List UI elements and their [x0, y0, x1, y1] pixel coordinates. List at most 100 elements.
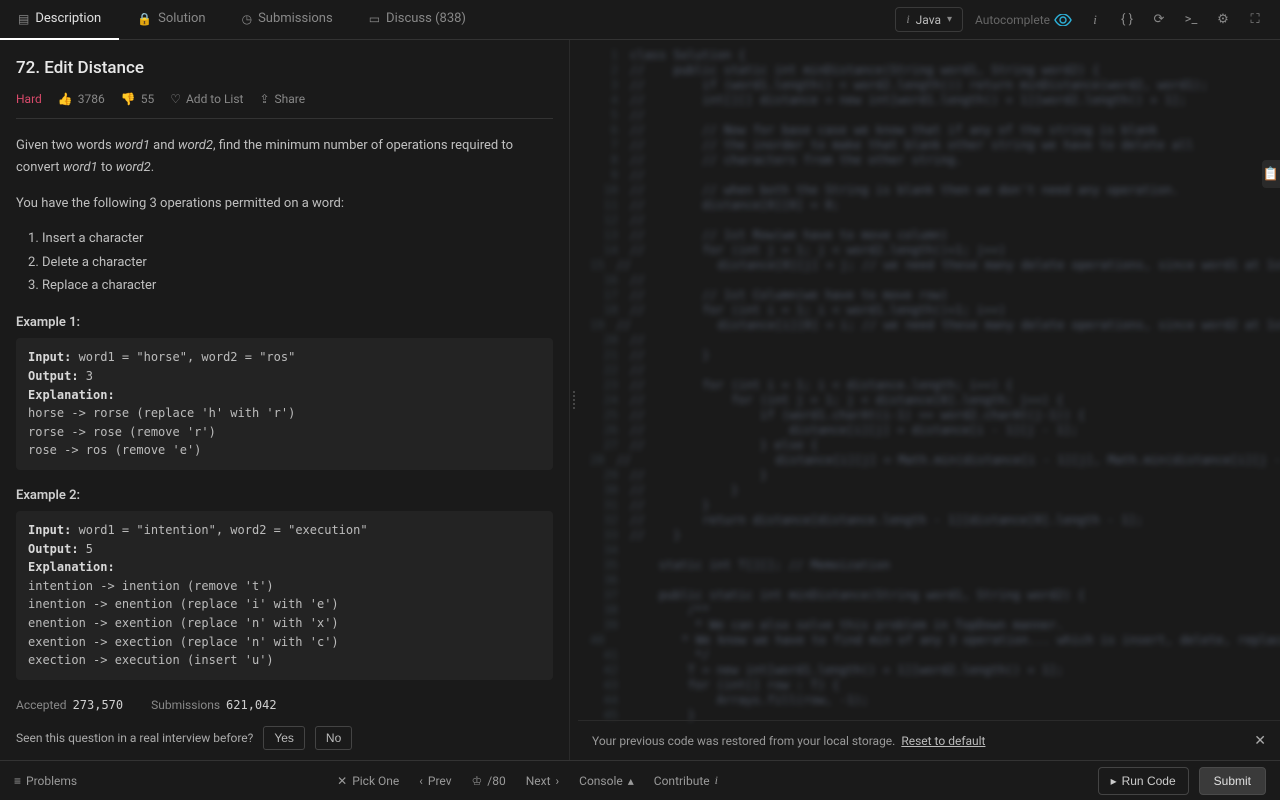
no-button[interactable]: No [315, 726, 352, 750]
example-1-label: Example 1: [16, 315, 553, 330]
op-item: Insert a character [42, 227, 553, 250]
editor-line: 30// } [590, 483, 1280, 498]
editor-line: 8// // characters from the other string. [590, 153, 1280, 168]
bottombar-left: ≡ Problems [14, 774, 77, 788]
difficulty-badge: Hard [16, 92, 42, 106]
add-to-list-label: Add to List [186, 92, 243, 106]
editor-line: 19// distance[i][0] = i; // we need thes… [590, 318, 1280, 333]
editor-line: 29// } [590, 468, 1280, 483]
tab-discuss[interactable]: ▭ Discuss (838) [351, 0, 484, 40]
tab-submissions[interactable]: ◷ Submissions [224, 0, 351, 40]
description-icon: ▤ [18, 12, 29, 26]
editor-line: 5// [590, 108, 1280, 123]
editor-line: 17// // 1st Column(we have to move row) [590, 288, 1280, 303]
reset-link[interactable]: Reset to default [901, 734, 985, 748]
clipboard-tab-icon[interactable]: 📋 [1262, 160, 1280, 188]
editor-line: 44 Arrays.fill(row, -1); [590, 693, 1280, 708]
problem-intro: Given two words word1 and word2, find th… [16, 135, 553, 179]
editor-line: 35 static int T[][]; // Memoization [590, 558, 1280, 573]
language-selector[interactable]: i Java ▾ [895, 7, 963, 32]
editor-line: 24// for (int j = 1; j < distance[0].len… [590, 393, 1280, 408]
add-to-list-button[interactable]: ♡ Add to List [170, 92, 243, 106]
divider [16, 118, 553, 119]
editor-line: 36 [590, 573, 1280, 588]
editor-line: 4// int[][] distance = new int[word1.len… [590, 93, 1280, 108]
accepted-stat: Accepted273,570 [16, 698, 123, 712]
submit-button[interactable]: Submit [1199, 767, 1266, 795]
likes-count: 3786 [78, 92, 105, 106]
language-label: Java [916, 13, 941, 27]
editor-line: 20// [590, 333, 1280, 348]
editor-line: 10// // when both the String is blank th… [590, 183, 1280, 198]
editor-line: 43 for (int[] row : T) { [590, 678, 1280, 693]
pick-one-button[interactable]: ✕ Pick One [337, 774, 399, 788]
list-icon: ≡ [14, 774, 21, 788]
editor-line: 41 */ [590, 648, 1280, 663]
terminal-icon[interactable]: >_ [1178, 7, 1204, 33]
contribute-button[interactable]: Contribute i [654, 773, 718, 788]
problem-meta: Hard 👍 3786 👎 55 ♡ Add to List ⇪ Share [16, 92, 553, 106]
braces-icon[interactable]: { } [1114, 7, 1140, 33]
close-icon[interactable]: ✕ [1254, 733, 1266, 749]
progress-indicator: ♔ /80 [472, 774, 506, 788]
lock-icon: 🔒 [137, 12, 152, 26]
editor-line: 37 public static int minDistance(String … [590, 588, 1280, 603]
editor-line: 28// distance[i][j] = Math.min(distance[… [590, 453, 1280, 468]
tab-description[interactable]: ▤ Description [0, 0, 119, 40]
bottombar-console-group: Console ▴ Contribute i [579, 773, 718, 788]
bottombar-center: ✕ Pick One ‹ Prev ♔ /80 Next › [337, 774, 559, 788]
restore-text: Your previous code was restored from you… [592, 734, 895, 748]
interview-question-row: Seen this question in a real interview b… [16, 726, 553, 750]
example-1-block: Input: word1 = "horse", word2 = "ros" Ou… [16, 338, 553, 470]
problems-button[interactable]: ≡ Problems [14, 774, 77, 788]
info-icon: i [715, 773, 718, 788]
settings-icon[interactable]: ⚙ [1210, 7, 1236, 33]
dislikes-count: 55 [141, 92, 155, 106]
eye-icon[interactable] [1050, 7, 1076, 33]
play-icon: ▸ [1111, 774, 1117, 788]
yes-button[interactable]: Yes [263, 726, 305, 750]
chat-icon: ▭ [369, 12, 380, 26]
editor-line: 38 /** [590, 603, 1280, 618]
console-button[interactable]: Console ▴ [579, 774, 634, 788]
next-button[interactable]: Next › [526, 774, 559, 788]
editor-line: 23// for (int i = 1; i < distance.length… [590, 378, 1280, 393]
op-item: Replace a character [42, 274, 553, 297]
editor-line: 2// public static int minDistance(String… [590, 63, 1280, 78]
description-panel: 72. Edit Distance Hard 👍 3786 👎 55 ♡ Add… [0, 40, 570, 760]
autocomplete-toggle[interactable]: Autocomplete [975, 13, 1050, 27]
heart-icon: ♡ [170, 92, 181, 106]
fullscreen-icon[interactable]: ⛶ [1242, 7, 1268, 33]
example-2-label: Example 2: [16, 488, 553, 503]
problem-title: 72. Edit Distance [16, 58, 553, 78]
editor-line: 27// } else { [590, 438, 1280, 453]
ops-list: Insert a character Delete a character Re… [16, 227, 553, 297]
like-button[interactable]: 👍 3786 [58, 92, 105, 106]
reset-icon[interactable]: ⟳ [1146, 7, 1172, 33]
example-2-block: Input: word1 = "intention", word2 = "exe… [16, 511, 553, 680]
share-icon: ⇪ [259, 92, 269, 106]
code-editor[interactable]: 1class Solution {2// public static int m… [578, 48, 1280, 720]
editor-line: 3// if (word1.length() < word2.length())… [590, 78, 1280, 93]
dislike-button[interactable]: 👎 55 [121, 92, 154, 106]
tab-solution[interactable]: 🔒 Solution [119, 0, 223, 40]
editor-line: 33// } [590, 528, 1280, 543]
editor-line: 1class Solution { [590, 48, 1280, 63]
run-code-button[interactable]: ▸ Run Code [1098, 767, 1189, 795]
split-gutter[interactable] [570, 40, 578, 760]
editor-line: 6// // Now for base case we know that if… [590, 123, 1280, 138]
problem-tabs: ▤ Description 🔒 Solution ◷ Submissions ▭… [0, 0, 895, 40]
editor-tools: i { } ⟳ >_ ⚙ ⛶ [1050, 7, 1280, 33]
tab-description-label: Description [35, 11, 101, 26]
italic-i-icon: i [906, 12, 909, 27]
editor-line: 40 * We know we have to find min of any … [590, 633, 1280, 648]
editor-line: 11// distance[0][0] = 0; [590, 198, 1280, 213]
share-button[interactable]: ⇪ Share [259, 92, 305, 106]
prev-button[interactable]: ‹ Prev [419, 774, 451, 788]
editor-line: 15// distance[0][j] = j; // we need thes… [590, 258, 1280, 273]
info-icon[interactable]: i [1082, 7, 1108, 33]
crown-icon: ♔ [472, 774, 483, 788]
bottombar-right: ▸ Run Code Submit [1098, 767, 1266, 795]
share-label: Share [275, 92, 306, 106]
chevron-right-icon: › [556, 774, 560, 788]
